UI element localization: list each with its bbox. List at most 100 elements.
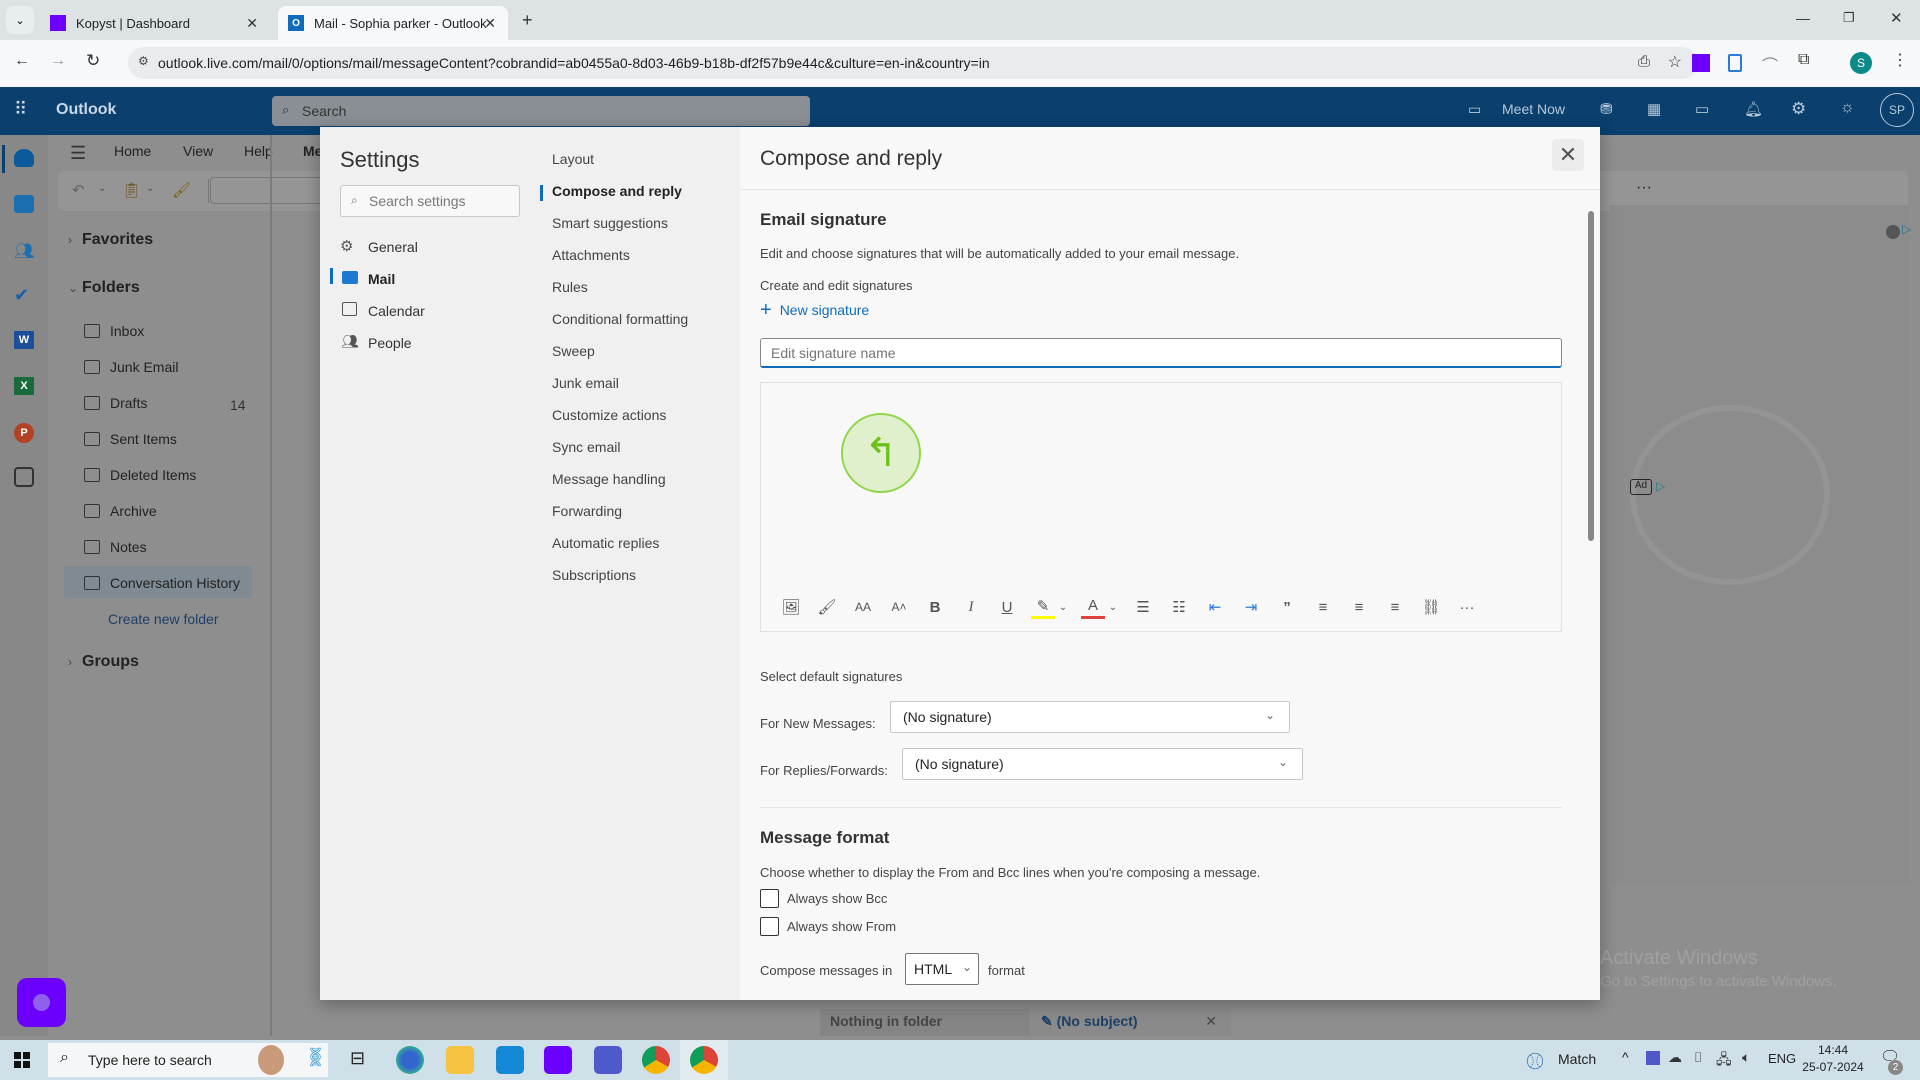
reload-button[interactable]: ↻ [86, 51, 100, 71]
chrome-profile-s-icon[interactable] [690, 1046, 718, 1074]
close-draft-icon[interactable]: ✕ [1205, 1013, 1217, 1030]
bullets-icon[interactable]: ☰ [1131, 595, 1155, 619]
settings-subcategory-attachments[interactable]: Attachments [552, 247, 630, 263]
ribbon-tab-home[interactable]: Home [114, 143, 151, 159]
close-tab-icon[interactable]: ✕ [484, 15, 496, 32]
ribbon-tab-help[interactable]: Help [244, 143, 273, 159]
tab-outlook[interactable]: O Mail - Sophia parker - Outlook ✕ [278, 6, 508, 40]
create-new-folder-link[interactable]: Create new folder [108, 611, 219, 627]
increase-indent-icon[interactable]: ⇥ [1239, 595, 1263, 619]
settings-category-mail[interactable]: Mail [368, 271, 395, 287]
compose-format-dropdown[interactable]: HTML ⌄ [905, 953, 979, 985]
extension-icon[interactable] [1728, 54, 1742, 72]
app-launcher-icon[interactable]: ⠿ [14, 99, 27, 120]
chevron-down-icon[interactable]: ⌄ [98, 183, 106, 194]
signature-name-input[interactable] [760, 338, 1562, 368]
clock-date[interactable]: 25-07-2024 [1800, 1060, 1866, 1074]
todo-app-icon[interactable]: ✔ [14, 285, 29, 306]
bell-icon[interactable]: 🔔︎ [1744, 100, 1763, 118]
network-icon[interactable]: 🖧︎ [1716, 1049, 1732, 1073]
calendar-app-icon[interactable] [14, 195, 34, 213]
excel-app-icon[interactable]: X [14, 377, 34, 395]
link-icon[interactable]: ⛓ [1419, 595, 1443, 619]
kopyst-taskbar-icon[interactable] [544, 1046, 572, 1074]
chevron-down-icon[interactable]: ⌄ [1057, 595, 1069, 619]
always-show-bcc-checkbox[interactable]: Always show Bcc [760, 889, 887, 908]
settings-subcategory-automatic-replies[interactable]: Automatic replies [552, 535, 659, 551]
user-avatar[interactable]: SP [1880, 93, 1914, 127]
settings-subcategory-sync-email[interactable]: Sync email [552, 439, 620, 455]
align-center-icon[interactable]: ≡ [1347, 595, 1371, 619]
powerpoint-app-icon[interactable]: P [14, 423, 34, 443]
quote-icon[interactable]: ” [1275, 595, 1299, 619]
folder-archive[interactable]: Archive [84, 503, 157, 519]
align-left-icon[interactable]: ≡ [1311, 595, 1335, 619]
onenote-icon[interactable]: ▦ [1647, 100, 1661, 118]
profile-avatar[interactable]: S [1850, 52, 1872, 74]
teams-icon[interactable]: ⛃ [1600, 100, 1613, 118]
teams-taskbar-icon[interactable] [594, 1046, 622, 1074]
adchoices-icon[interactable]: ▷ [1656, 479, 1665, 493]
browser-menu-icon[interactable]: ⋮ [1892, 50, 1908, 70]
font-size-icon[interactable]: A˄ [887, 595, 911, 619]
teams-tray-icon[interactable] [1646, 1051, 1660, 1065]
site-info-icon[interactable]: ⚙ [138, 54, 149, 68]
draft-tab[interactable]: ✎ (No subject) ✕ [1031, 1009, 1231, 1036]
checkbox-box[interactable] [760, 889, 779, 908]
mail-taskbar-icon[interactable] [496, 1046, 524, 1074]
settings-subcategory-customize-actions[interactable]: Customize actions [552, 407, 666, 423]
insert-picture-icon[interactable]: 🖼︎ [779, 595, 803, 619]
my-day-icon[interactable]: ▭ [1695, 100, 1709, 118]
search-settings-input[interactable]: ⌕ Search settings [340, 185, 520, 217]
settings-subcategory-message-handling[interactable]: Message handling [552, 471, 666, 487]
mail-app-icon[interactable] [14, 149, 34, 167]
adchoices-icon[interactable]: ▷ [1902, 222, 1911, 236]
signature-editor[interactable]: ↰ 🖼︎ 🖌︎ AA A˄ B I U ✎ ⌄ A ⌄ ☰ ☷ ⇤ ⇥ ” ≡ … [760, 382, 1562, 632]
scrollbar-thumb[interactable] [1588, 211, 1594, 541]
clock-time[interactable]: 14:44 [1802, 1043, 1864, 1057]
settings-subcategory-compose-and-reply[interactable]: Compose and reply [552, 183, 682, 199]
extensions-puzzle-icon[interactable]: ⧉ [1798, 51, 1809, 69]
format-painter-icon[interactable]: 🖌︎ [172, 181, 191, 199]
search-highlight-image[interactable]: 🧬︎ [238, 1043, 328, 1077]
font-color-icon[interactable]: A [1081, 595, 1105, 619]
close-window-button[interactable]: ✕ [1890, 9, 1903, 27]
favorites-header[interactable]: Favorites [82, 231, 153, 249]
edge-icon[interactable] [396, 1046, 424, 1074]
extension-arc-icon[interactable]: ⌒ [1762, 52, 1778, 76]
more-formatting-icon[interactable]: ··· [1455, 595, 1479, 619]
url-field[interactable]: ⚙ outlook.live.com/mail/0/options/mail/m… [128, 47, 1698, 79]
settings-subcategory-forwarding[interactable]: Forwarding [552, 503, 622, 519]
underline-icon[interactable]: U [995, 595, 1019, 619]
italic-icon[interactable]: I [959, 595, 983, 619]
undo-icon[interactable]: ↶ [72, 181, 85, 199]
folders-header[interactable]: Folders [82, 279, 140, 297]
chevron-right-icon[interactable]: › [68, 655, 72, 669]
folder-deleted-items[interactable]: Deleted Items [84, 467, 196, 483]
bookmark-star-icon[interactable]: ☆ [1668, 52, 1682, 72]
volume-icon[interactable]: 🔈︎ [1742, 1049, 1750, 1066]
folder-inbox[interactable]: Inbox [84, 323, 144, 339]
more-apps-icon[interactable] [14, 467, 34, 487]
ribbon-tab-view[interactable]: View [183, 143, 213, 159]
settings-subcategory-junk-email[interactable]: Junk email [552, 375, 619, 391]
install-app-icon[interactable]: ⎙ [1638, 53, 1650, 70]
windows-start-icon[interactable] [14, 1052, 30, 1068]
settings-subcategory-conditional-formatting[interactable]: Conditional formatting [552, 311, 688, 327]
folder-drafts[interactable]: Drafts [84, 395, 147, 411]
chevron-down-icon[interactable]: ⌄ [68, 281, 78, 295]
chevron-down-icon[interactable]: ⌄ [146, 183, 154, 194]
more-options-icon[interactable]: ··· [1636, 179, 1652, 197]
new-messages-signature-dropdown[interactable]: (No signature) ⌄ [890, 701, 1290, 733]
ad-panel[interactable]: ▷ Ad ▷ [1610, 205, 1911, 885]
gear-icon[interactable]: ⚙ [1791, 99, 1806, 119]
highlight-icon[interactable]: ✎ [1031, 595, 1055, 619]
word-app-icon[interactable]: W [14, 331, 34, 349]
numbering-icon[interactable]: ☷ [1167, 595, 1191, 619]
restore-button[interactable]: ❐ [1843, 10, 1855, 26]
folder-conversation-history[interactable]: Conversation History [84, 575, 240, 591]
lightbulb-icon[interactable]: ☼ [1840, 99, 1855, 117]
back-button[interactable]: ← [14, 52, 30, 70]
settings-category-general[interactable]: General [368, 239, 418, 255]
format-painter-icon[interactable]: 🖌︎ [815, 595, 839, 619]
